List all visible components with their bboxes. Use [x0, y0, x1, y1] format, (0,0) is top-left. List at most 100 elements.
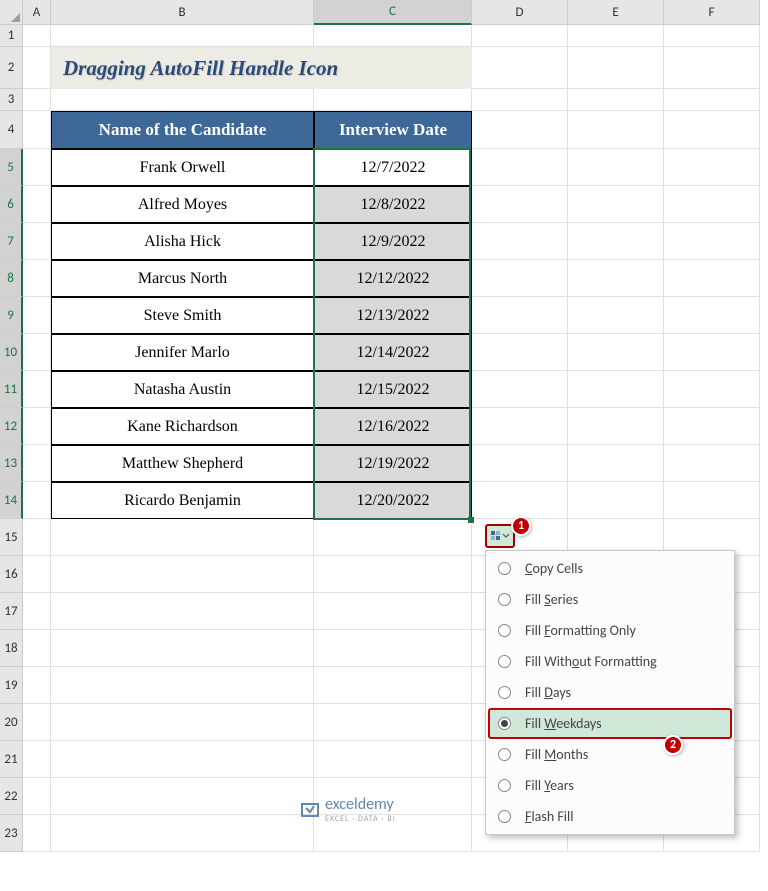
menu-fill-without-formatting[interactable]: Fill Without Formatting — [488, 646, 732, 677]
cell-A1[interactable] — [23, 25, 51, 47]
row-header-4[interactable]: 4 — [0, 111, 23, 149]
row-header-22[interactable]: 22 — [0, 778, 23, 815]
cell[interactable] — [472, 482, 568, 519]
cell[interactable] — [23, 519, 51, 556]
cell-D4[interactable] — [472, 111, 568, 149]
candidate-name[interactable]: Steve Smith — [51, 297, 314, 334]
cell[interactable] — [51, 778, 314, 815]
cell-C1[interactable] — [314, 25, 472, 47]
interview-date[interactable]: 12/16/2022 — [314, 408, 472, 445]
cell[interactable] — [568, 186, 664, 223]
cell[interactable] — [23, 741, 51, 778]
cell-E2[interactable] — [568, 47, 664, 89]
cell[interactable] — [51, 741, 314, 778]
cell[interactable] — [568, 260, 664, 297]
cell[interactable] — [472, 371, 568, 408]
row-header-20[interactable]: 20 — [0, 704, 23, 741]
header-name[interactable]: Name of the Candidate — [51, 111, 314, 149]
cell-B1[interactable] — [51, 25, 314, 47]
cell[interactable] — [23, 260, 51, 297]
interview-date[interactable]: 12/8/2022 — [314, 186, 472, 223]
candidate-name[interactable]: Alisha Hick — [51, 223, 314, 260]
row-header-15[interactable]: 15 — [0, 519, 23, 556]
cell-C3[interactable] — [314, 89, 472, 111]
row-header-6[interactable]: 6 — [0, 186, 23, 223]
menu-fill-months[interactable]: Fill Months — [488, 739, 732, 770]
cell[interactable] — [664, 297, 760, 334]
cell[interactable] — [23, 186, 51, 223]
cell[interactable] — [23, 149, 51, 186]
candidate-name[interactable]: Natasha Austin — [51, 371, 314, 408]
row-header-8[interactable]: 8 — [0, 260, 23, 297]
cell[interactable] — [664, 445, 760, 482]
cell[interactable] — [568, 408, 664, 445]
row-header-18[interactable]: 18 — [0, 630, 23, 667]
cell[interactable] — [23, 630, 51, 667]
cell-E3[interactable] — [568, 89, 664, 111]
candidate-name[interactable]: Marcus North — [51, 260, 314, 297]
interview-date[interactable]: 12/7/2022 — [314, 149, 472, 186]
row-header-3[interactable]: 3 — [0, 89, 23, 111]
col-header-D[interactable]: D — [472, 0, 568, 25]
menu-flash-fill[interactable]: Flash Fill — [488, 801, 732, 832]
cell[interactable] — [664, 408, 760, 445]
cell[interactable] — [314, 556, 472, 593]
cell[interactable] — [51, 815, 314, 852]
candidate-name[interactable]: Alfred Moyes — [51, 186, 314, 223]
cell[interactable] — [472, 186, 568, 223]
cell[interactable] — [23, 778, 51, 815]
menu-fill-days[interactable]: Fill Days — [488, 677, 732, 708]
row-header-19[interactable]: 19 — [0, 667, 23, 704]
cell-D3[interactable] — [472, 89, 568, 111]
cell[interactable] — [472, 149, 568, 186]
cell[interactable] — [23, 371, 51, 408]
row-header-12[interactable]: 12 — [0, 408, 23, 445]
row-header-11[interactable]: 11 — [0, 371, 23, 408]
cell-B3[interactable] — [51, 89, 314, 111]
cell[interactable] — [23, 815, 51, 852]
cell-D2[interactable] — [472, 47, 568, 89]
cell[interactable] — [664, 223, 760, 260]
cell[interactable] — [664, 186, 760, 223]
candidate-name[interactable]: Jennifer Marlo — [51, 334, 314, 371]
cell[interactable] — [472, 297, 568, 334]
cell[interactable] — [51, 556, 314, 593]
cell[interactable] — [314, 630, 472, 667]
cell-F2[interactable] — [664, 47, 760, 89]
cell[interactable] — [314, 667, 472, 704]
cell[interactable] — [51, 630, 314, 667]
cell-E1[interactable] — [568, 25, 664, 47]
row-header-1[interactable]: 1 — [0, 25, 23, 47]
cell[interactable] — [568, 445, 664, 482]
cell[interactable] — [51, 519, 314, 556]
row-header-16[interactable]: 16 — [0, 556, 23, 593]
cell[interactable] — [23, 297, 51, 334]
cell[interactable] — [51, 667, 314, 704]
row-header-10[interactable]: 10 — [0, 334, 23, 371]
cell[interactable] — [664, 149, 760, 186]
col-header-E[interactable]: E — [568, 0, 664, 25]
interview-date[interactable]: 12/13/2022 — [314, 297, 472, 334]
cell[interactable] — [23, 704, 51, 741]
cell[interactable] — [568, 149, 664, 186]
cell[interactable] — [23, 667, 51, 704]
cell[interactable] — [23, 334, 51, 371]
cell-E4[interactable] — [568, 111, 664, 149]
row-header-23[interactable]: 23 — [0, 815, 23, 852]
col-header-A[interactable]: A — [23, 0, 51, 25]
cell[interactable] — [51, 593, 314, 630]
cell-F4[interactable] — [664, 111, 760, 149]
col-header-F[interactable]: F — [664, 0, 760, 25]
interview-date[interactable]: 12/15/2022 — [314, 371, 472, 408]
cell-A3[interactable] — [23, 89, 51, 111]
row-header-2[interactable]: 2 — [0, 47, 23, 89]
interview-date[interactable]: 12/9/2022 — [314, 223, 472, 260]
cell[interactable] — [568, 297, 664, 334]
menu-fill-series[interactable]: Fill Series — [488, 584, 732, 615]
cell[interactable] — [51, 704, 314, 741]
fill-handle[interactable] — [468, 517, 474, 523]
cell[interactable] — [314, 704, 472, 741]
candidate-name[interactable]: Frank Orwell — [51, 149, 314, 186]
row-header-14[interactable]: 14 — [0, 482, 23, 519]
cell[interactable] — [664, 260, 760, 297]
